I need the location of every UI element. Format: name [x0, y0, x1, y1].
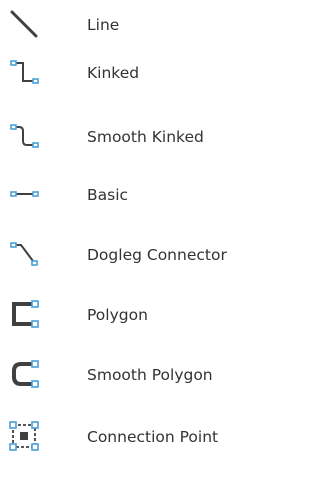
- menu-item-basic[interactable]: Basic: [0, 170, 278, 220]
- menu-item-smooth-kinked[interactable]: Smooth Kinked: [0, 112, 278, 162]
- menu-item-label: Kinked: [87, 64, 140, 82]
- menu-item-label: Connection Point: [87, 428, 219, 446]
- kinked-connector-icon: [6, 54, 42, 90]
- menu-item-polygon[interactable]: Polygon: [0, 290, 278, 340]
- menu-item-label: Line: [87, 16, 120, 34]
- menu-item-label: Smooth Kinked: [87, 128, 204, 146]
- polygon-connector-icon: [6, 296, 42, 332]
- dogleg-connector-icon: [6, 236, 42, 272]
- menu-item-smooth-polygon[interactable]: Smooth Polygon: [0, 350, 278, 400]
- menu-item-label: Smooth Polygon: [87, 366, 213, 384]
- smooth-kinked-connector-icon: [6, 118, 42, 154]
- basic-connector-icon: [6, 176, 42, 212]
- menu-item-label: Basic: [87, 186, 129, 204]
- connector-type-menu: Line Kinked Smooth Kinked Basic Dogleg C…: [0, 0, 278, 493]
- menu-item-label: Dogleg Connector: [87, 246, 227, 264]
- menu-item-line[interactable]: Line: [0, 0, 278, 50]
- connection-point-icon: [6, 418, 42, 454]
- smooth-polygon-connector-icon: [6, 356, 42, 392]
- menu-item-label: Polygon: [87, 306, 148, 324]
- menu-item-dogleg-connector[interactable]: Dogleg Connector: [0, 230, 278, 280]
- menu-item-connection-point[interactable]: Connection Point: [0, 412, 278, 462]
- menu-item-kinked[interactable]: Kinked: [0, 48, 278, 98]
- straight-line-icon: [6, 6, 42, 42]
